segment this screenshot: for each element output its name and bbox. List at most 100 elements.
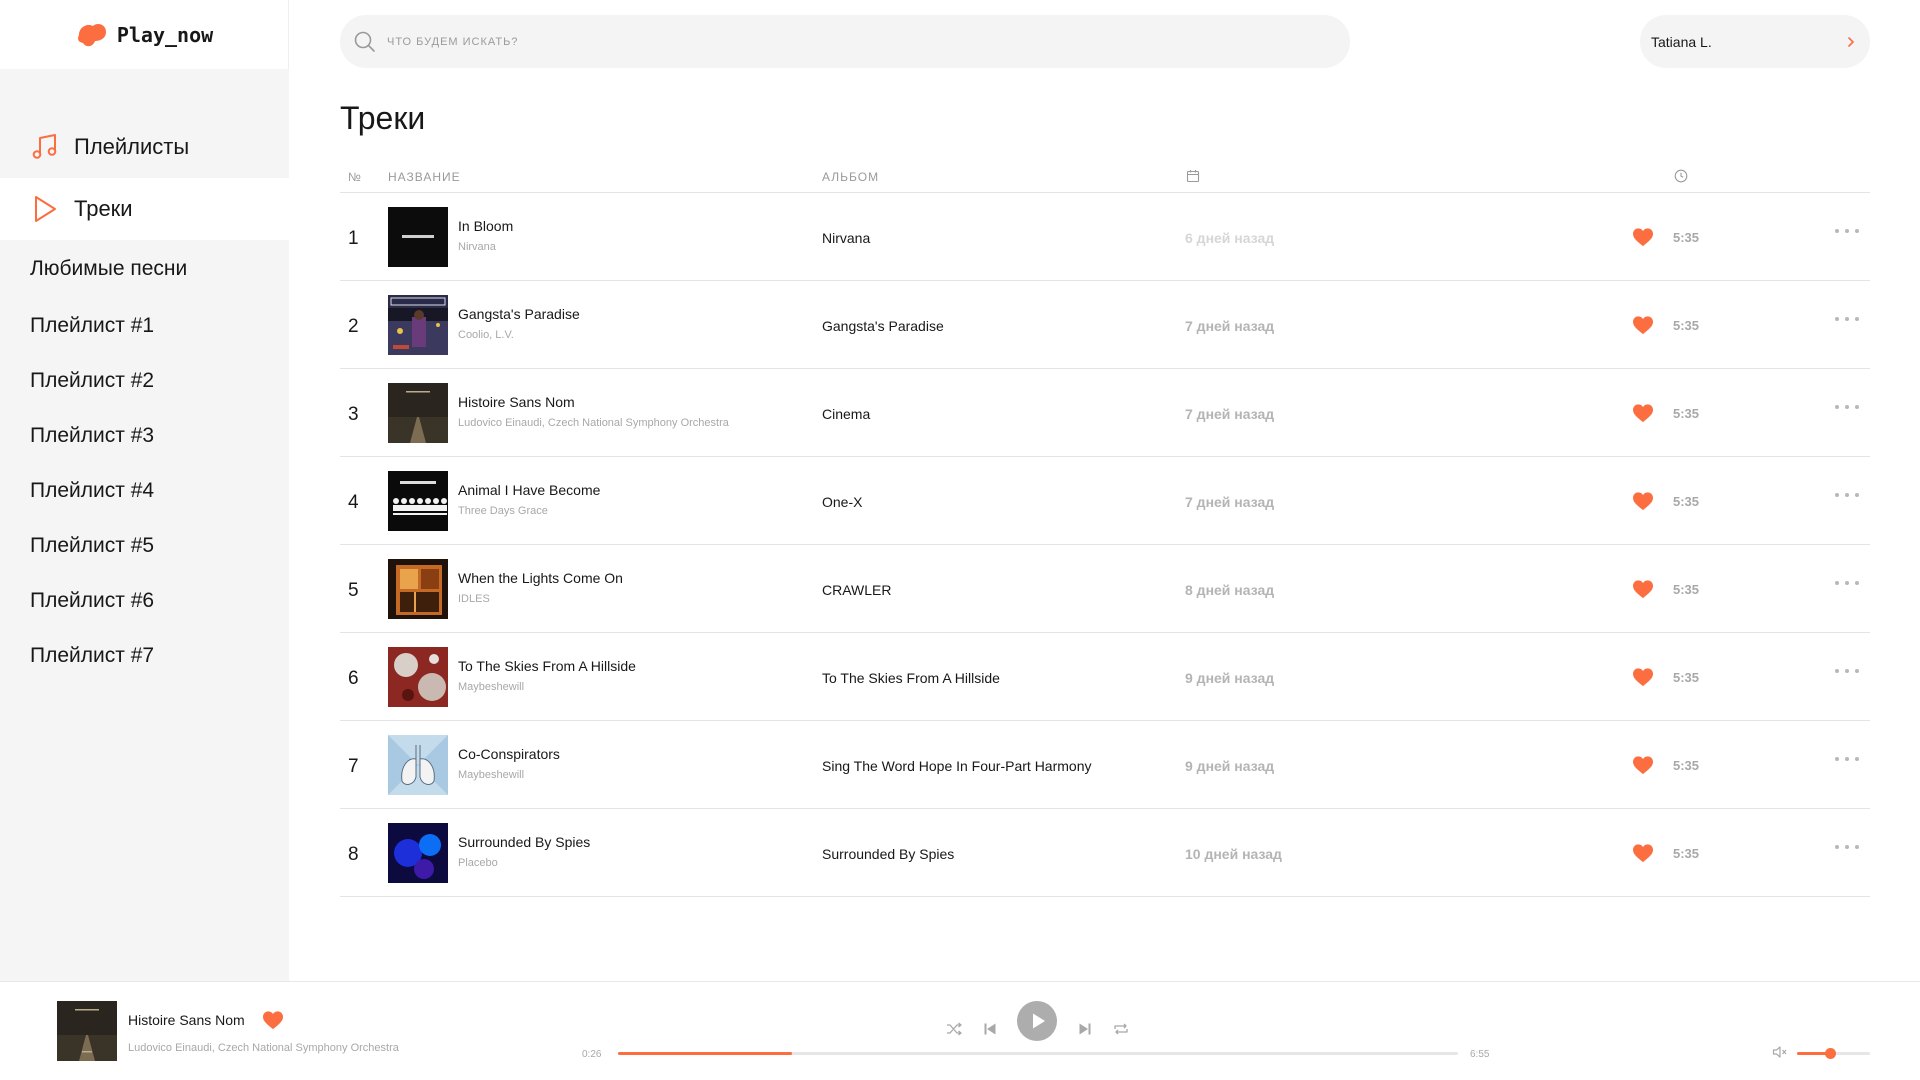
more-options-icon[interactable] — [1834, 228, 1860, 234]
heart-icon[interactable] — [1632, 315, 1654, 335]
track-album[interactable]: To The Skies From A Hillside — [822, 670, 1000, 686]
logo-icon — [77, 23, 106, 46]
track-title[interactable]: Surrounded By Spies — [458, 834, 590, 850]
shuffle-icon[interactable] — [946, 1022, 962, 1036]
playlist-item[interactable]: Плейлист #7 — [30, 628, 289, 683]
track-artist[interactable]: Nirvana — [458, 241, 496, 253]
track-row[interactable]: 4 Animal I Have Become Three Days Grace One… — [340, 457, 1870, 545]
column-album[interactable]: АЛЬБОМ — [822, 170, 879, 184]
track-album[interactable]: CRAWLER — [822, 582, 892, 598]
playlist-item[interactable]: Любимые песни — [30, 240, 289, 298]
now-playing-title: Histoire Sans Nom — [128, 1012, 245, 1028]
progress-bar[interactable] — [618, 1052, 1458, 1055]
track-album[interactable]: Surrounded By Spies — [822, 846, 954, 862]
track-album[interactable]: Cinema — [822, 406, 870, 422]
track-number: 4 — [348, 492, 359, 513]
volume-slider[interactable] — [1797, 1048, 1870, 1059]
track-artist[interactable]: Three Days Grace — [458, 505, 548, 517]
track-row[interactable]: 6 To The Skies From A Hillside Maybeshewil… — [340, 633, 1870, 721]
track-added-date: 8 дней назад — [1185, 582, 1275, 598]
track-title[interactable]: To The Skies From A Hillside — [458, 658, 636, 674]
playlist-item[interactable]: Плейлист #3 — [30, 408, 289, 463]
track-artist[interactable]: Ludovico Einaudi, Czech National Symphon… — [458, 417, 729, 429]
track-number: 1 — [348, 228, 359, 249]
track-title[interactable]: When the Lights Come On — [458, 570, 623, 586]
heart-icon[interactable] — [262, 1010, 284, 1030]
playlist-item[interactable]: Плейлист #6 — [30, 573, 289, 628]
track-row[interactable]: 3 Histoire Sans Nom Ludovico Einaudi, Czec… — [340, 369, 1870, 457]
nav-item-tracks[interactable]: Треки — [0, 178, 289, 240]
track-album[interactable]: Sing The Word Hope In Four-Part Harmony — [822, 758, 1092, 774]
more-options-icon[interactable] — [1834, 316, 1860, 322]
track-artist[interactable]: Maybeshewill — [458, 681, 524, 693]
album-cover — [388, 735, 448, 795]
track-artist[interactable]: Coolio, L.V. — [458, 329, 514, 341]
player-bar: Histoire Sans Nom Ludovico Einaudi, Czec… — [0, 981, 1920, 1080]
playlist-item[interactable]: Плейлист #1 — [30, 298, 289, 353]
heart-icon[interactable] — [1632, 579, 1654, 599]
heart-icon[interactable] — [1632, 755, 1654, 775]
track-album[interactable]: One-X — [822, 494, 862, 510]
track-duration: 5:35 — [1673, 670, 1700, 685]
track-title[interactable]: Animal I Have Become — [458, 482, 600, 498]
column-title[interactable]: НАЗВАНИЕ — [388, 170, 461, 184]
track-duration: 5:35 — [1673, 846, 1700, 861]
album-cover — [388, 207, 448, 267]
track-artist[interactable]: Maybeshewill — [458, 769, 524, 781]
more-options-icon[interactable] — [1834, 668, 1860, 674]
track-title[interactable]: Gangsta's Paradise — [458, 306, 580, 322]
track-artist[interactable]: IDLES — [458, 593, 490, 605]
calendar-icon[interactable] — [1186, 169, 1200, 183]
track-added-date: 9 дней назад — [1185, 670, 1275, 686]
track-row[interactable]: 8 Surrounded By Spies Placebo Surrounded By… — [340, 809, 1870, 897]
track-title[interactable]: Histoire Sans Nom — [458, 394, 575, 410]
track-artist[interactable]: Placebo — [458, 857, 498, 869]
track-number: 8 — [348, 844, 359, 865]
track-row[interactable]: 5 When the Lights Come On IDLES CRAWLER 8 дн… — [340, 545, 1870, 633]
track-added-date: 10 дней назад — [1185, 846, 1282, 862]
search-bar[interactable] — [340, 15, 1350, 68]
chevron-right-icon — [1848, 36, 1855, 47]
main-nav: Плейлисты Треки — [0, 116, 289, 240]
album-cover — [388, 383, 448, 443]
page-title: Треки — [340, 100, 426, 136]
playlist-list: Любимые песни Плейлист #1 Плейлист #2 Пл… — [0, 240, 289, 683]
track-title[interactable]: Co-Conspirators — [458, 746, 560, 762]
more-options-icon[interactable] — [1834, 756, 1860, 762]
volume-icon[interactable] — [1772, 1045, 1788, 1059]
heart-icon[interactable] — [1632, 843, 1654, 863]
track-number: 6 — [348, 668, 359, 689]
search-input[interactable] — [387, 35, 1287, 48]
playlist-item[interactable]: Плейлист #2 — [30, 353, 289, 408]
heart-icon[interactable] — [1632, 491, 1654, 511]
track-row[interactable]: 1 In Bloom Nirvana Nirvana 6 дней назад 5:35 — [340, 193, 1870, 281]
track-album[interactable]: Nirvana — [822, 230, 870, 246]
track-row[interactable]: 7 Co-Conspirators Maybeshewill Sing The Wor… — [340, 721, 1870, 809]
logo[interactable]: Play_now — [0, 0, 289, 69]
track-row[interactable]: 2 Gangsta's Paradise Coolio, L.V. Gangsta's… — [340, 281, 1870, 369]
clock-icon[interactable] — [1674, 169, 1688, 183]
heart-icon[interactable] — [1632, 403, 1654, 423]
track-title[interactable]: In Bloom — [458, 218, 513, 234]
now-playing-artist: Ludovico Einaudi, Czech National Symphon… — [128, 1042, 399, 1054]
more-options-icon[interactable] — [1834, 844, 1860, 850]
previous-icon[interactable] — [983, 1022, 997, 1036]
heart-icon[interactable] — [1632, 667, 1654, 687]
more-options-icon[interactable] — [1834, 580, 1860, 586]
track-duration: 5:35 — [1673, 230, 1700, 245]
playlist-item[interactable]: Плейлист #4 — [30, 463, 289, 518]
more-options-icon[interactable] — [1834, 492, 1860, 498]
track-added-date: 6 дней назад — [1185, 230, 1275, 246]
next-icon[interactable] — [1078, 1022, 1092, 1036]
play-button[interactable] — [1017, 1001, 1057, 1041]
volume-knob[interactable] — [1824, 1048, 1836, 1059]
current-time: 0:26 — [582, 1049, 602, 1060]
nav-item-playlists[interactable]: Плейлисты — [0, 116, 289, 178]
track-album[interactable]: Gangsta's Paradise — [822, 318, 944, 334]
heart-icon[interactable] — [1632, 227, 1654, 247]
track-added-date: 7 дней назад — [1185, 406, 1275, 422]
repeat-icon[interactable] — [1113, 1022, 1129, 1036]
more-options-icon[interactable] — [1834, 404, 1860, 410]
playlist-item[interactable]: Плейлист #5 — [30, 518, 289, 573]
user-menu[interactable]: Tatiana L. — [1640, 15, 1870, 68]
